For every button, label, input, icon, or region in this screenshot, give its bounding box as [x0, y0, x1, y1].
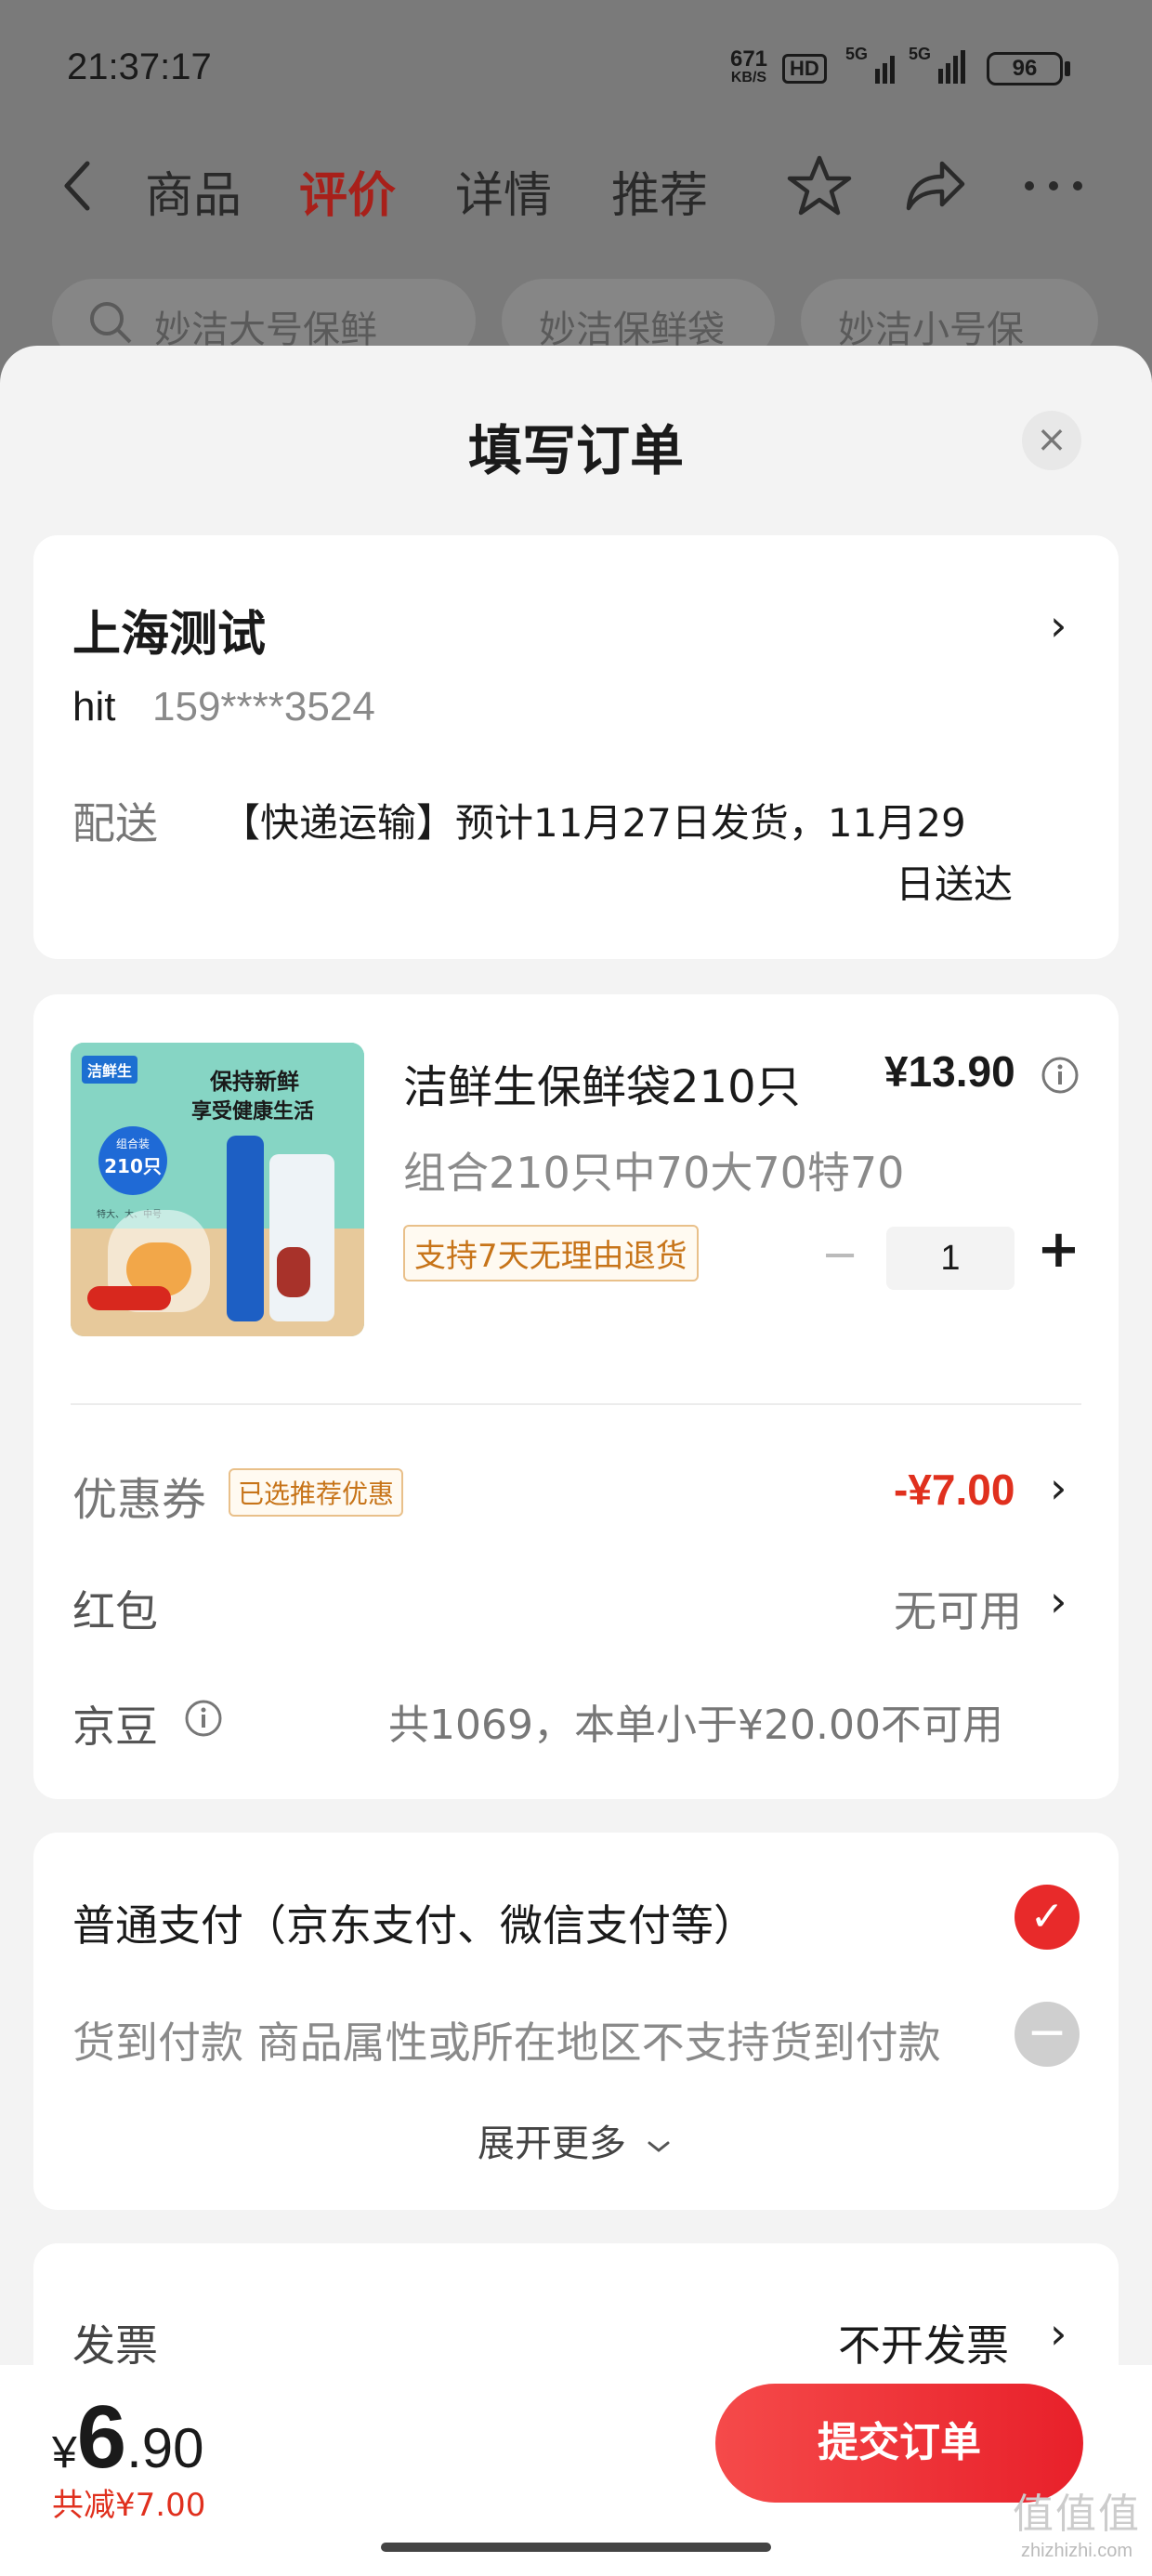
- product-spec[interactable]: 组合210只中70大70特70: [403, 1139, 904, 1201]
- expand-more-label: 展开更多: [478, 2123, 626, 2165]
- network-speed-value: 671: [729, 46, 768, 72]
- product-headline-1: 保持新鲜: [210, 1069, 299, 1095]
- total-saving: 共减¥7.00: [52, 2487, 206, 2524]
- battery-icon: 96: [987, 52, 1063, 85]
- receiver-phone: 159****3524: [152, 684, 375, 729]
- product-image[interactable]: 洁鲜生 保持新鲜 享受健康生活 组合装 210只 特大、大、中号: [71, 1043, 364, 1336]
- product-brand-logo: 洁鲜生: [82, 1056, 138, 1084]
- battery-tip: [1065, 61, 1070, 76]
- back-icon[interactable]: [59, 158, 97, 214]
- payment-option-normal[interactable]: 普通支付（京东支付、微信支付等）: [72, 1892, 756, 1953]
- share-icon[interactable]: [901, 154, 968, 216]
- total-integer: 6: [76, 2387, 127, 2487]
- return-policy-tag: 支持7天无理由退货: [403, 1225, 699, 1281]
- product-title[interactable]: 洁鲜生保鲜袋210只: [403, 1050, 801, 1115]
- chevron-down-icon: [648, 2141, 670, 2152]
- product-roll-shape: [227, 1136, 264, 1321]
- expand-more-button[interactable]: 展开更多: [478, 2113, 672, 2167]
- total-price: ¥6.90: [52, 2386, 204, 2489]
- favorite-star-icon[interactable]: [786, 152, 853, 219]
- jingdou-info-icon[interactable]: [184, 1699, 223, 1738]
- quantity-plus-button[interactable]: +: [1037, 1219, 1080, 1280]
- jingdou-label: 京豆: [72, 1702, 158, 1752]
- payment-disabled-icon: −: [1015, 2002, 1080, 2067]
- product-meat-shape: [277, 1247, 310, 1297]
- redpacket-label: 红包: [72, 1586, 158, 1636]
- total-currency: ¥: [52, 2428, 77, 2477]
- redpacket-value[interactable]: 无可用: [894, 1578, 1022, 1639]
- jingdou-value: 共1069，本单小于¥20.00不可用: [388, 1702, 1003, 1749]
- info-icon[interactable]: [1041, 1056, 1080, 1095]
- tab-reviews[interactable]: 评价: [299, 156, 396, 226]
- payment-option-cod: 货到付款 商品属性或所在地区不支持货到付款: [72, 2017, 941, 2068]
- delivery-info: 【快递运输】预计11月27日发货，11月29: [221, 800, 966, 846]
- network-speed-unit: KB/S: [730, 70, 767, 85]
- watermark: 值值值 zhizhizhi.com: [1013, 2491, 1141, 2562]
- coupon-chevron-icon[interactable]: ›: [1050, 1463, 1067, 1513]
- status-bar: 21:37:17 671 KB/S HD 5G 5G 96: [0, 0, 1152, 139]
- total-decimal: .90: [126, 2417, 204, 2479]
- product-tomatoes-shape: [87, 1286, 171, 1310]
- more-icon[interactable]: [1020, 175, 1087, 197]
- product-headline-2: 享受健康生活: [191, 1100, 315, 1124]
- watermark-logo: 值值值: [1013, 2491, 1141, 2537]
- receiver-name: 上海测试: [72, 607, 267, 663]
- address-chevron-icon[interactable]: ›: [1050, 600, 1067, 651]
- search-icon: [90, 302, 132, 344]
- divider: [71, 1403, 1081, 1405]
- tab-recommend[interactable]: 推荐: [611, 156, 708, 226]
- tab-products[interactable]: 商品: [145, 156, 242, 226]
- coupon-label: 优惠券: [72, 1474, 207, 1526]
- product-sticker: 组合装 210只: [98, 1126, 167, 1195]
- network-speed: 671 KB/S: [721, 48, 777, 85]
- status-time: 21:37:17: [67, 46, 212, 87]
- invoice-chevron-icon[interactable]: ›: [1050, 2308, 1067, 2359]
- redpacket-chevron-icon[interactable]: ›: [1050, 1576, 1067, 1626]
- receiver-user: hit: [72, 684, 116, 729]
- sheet-title: 填写订单: [467, 419, 684, 482]
- sticker-top: 组合装: [115, 1137, 150, 1150]
- hd-icon: HD: [782, 54, 827, 84]
- submit-order-button[interactable]: 提交订单: [715, 2384, 1083, 2503]
- quantity-minus-button[interactable]: −: [821, 1229, 858, 1281]
- quantity-field[interactable]: 1: [886, 1227, 1015, 1290]
- tab-details[interactable]: 详情: [455, 156, 552, 226]
- watermark-url: zhizhizhi.com: [1020, 2540, 1133, 2561]
- coupon-tag: 已选推荐优惠: [229, 1468, 404, 1517]
- delivery-label: 配送: [72, 798, 158, 848]
- delivery-info-cont: 日送达: [896, 861, 1014, 907]
- product-price: ¥13.90: [884, 1047, 1015, 1096]
- coupon-value[interactable]: -¥7.00: [894, 1465, 1015, 1515]
- home-indicator[interactable]: [381, 2543, 771, 2552]
- sticker-main: 210只: [104, 1155, 162, 1177]
- payment-selected-check-icon[interactable]: ✓: [1015, 1885, 1080, 1950]
- close-button[interactable]: ×: [1022, 411, 1081, 470]
